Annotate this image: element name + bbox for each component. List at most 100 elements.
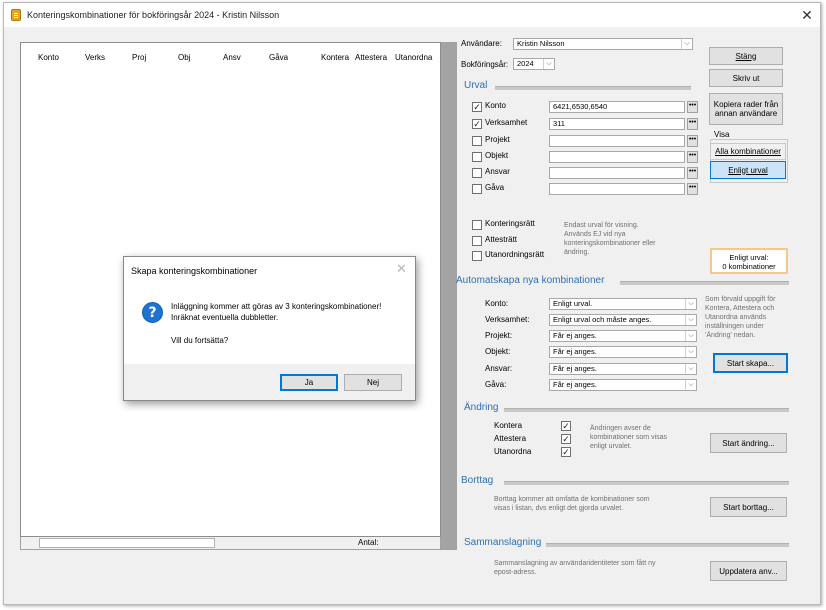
no-label: Nej — [366, 378, 379, 387]
enligt-urval-button[interactable]: Enligt urval — [710, 161, 786, 179]
kontera-checkbox[interactable]: ✓ — [561, 421, 571, 431]
auto-objekt-select[interactable]: Får ej anges. ⌵ — [549, 346, 697, 358]
auto-ansvar-select[interactable]: Får ej anges. ⌵ — [549, 363, 697, 375]
konto-filter-checkbox[interactable]: ✓ — [472, 102, 482, 112]
col-proj[interactable]: Proj — [132, 53, 146, 62]
status-field — [39, 538, 215, 548]
projekt-filter-checkbox[interactable] — [472, 136, 482, 146]
app-icon — [11, 9, 21, 21]
chevron-down-icon[interactable]: ⌵ — [685, 315, 696, 325]
kopiera-button[interactable]: Kopiera rader från annan användare — [709, 93, 783, 125]
chevron-down-icon[interactable]: ⌵ — [685, 347, 696, 357]
auto-verksamhet-select[interactable]: Enligt urval och måste anges. ⌵ — [549, 314, 697, 326]
result-line2: 0 kombinationer — [722, 262, 776, 271]
main-window: Konteringskombinationer för bokföringsår… — [3, 2, 821, 605]
chevron-down-icon[interactable]: ⌵ — [685, 331, 696, 341]
col-konto[interactable]: Konto — [38, 53, 59, 62]
attestera-label: Attestera — [494, 434, 527, 443]
ansvar-filter-input[interactable] — [549, 167, 685, 179]
chevron-down-icon[interactable]: ⌵ — [685, 364, 696, 374]
ellipsis-icon[interactable]: ••• — [687, 135, 698, 147]
chevron-down-icon[interactable]: ⌵ — [543, 59, 554, 69]
kopiera-label: Kopiera rader från annan användare — [713, 100, 779, 118]
col-attestera[interactable]: Attestera — [355, 53, 387, 62]
stang-button[interactable]: Stäng — [709, 47, 783, 65]
col-kontera[interactable]: Kontera — [321, 53, 349, 62]
chevron-down-icon[interactable]: ⌵ — [681, 39, 692, 49]
sammanslagning-note: Sammanslagning av användaridentiteter so… — [494, 560, 656, 576]
start-skapa-button[interactable]: Start skapa... — [713, 353, 788, 373]
close-icon[interactable]: ✕ — [396, 261, 407, 277]
status-bar: Antal: — [20, 537, 441, 550]
window-title: Konteringskombinationer för bokföringsår… — [27, 10, 280, 20]
col-verks[interactable]: Verks — [85, 53, 105, 62]
visa-label: Visa — [714, 130, 730, 139]
konteringsratt-checkbox[interactable] — [472, 220, 482, 230]
uppdatera-anv-label: Uppdatera anv... — [719, 566, 778, 576]
utanordningsratt-checkbox[interactable] — [472, 251, 482, 261]
verksamhet-filter-input[interactable]: 311 — [549, 118, 685, 130]
yes-label: Ja — [304, 378, 314, 387]
question-icon: ? — [142, 302, 163, 323]
list-scrollbar[interactable] — [441, 42, 457, 550]
col-gava[interactable]: Gåva — [269, 53, 288, 62]
auto-projekt-select[interactable]: Får ej anges. ⌵ — [549, 330, 697, 342]
ansvar-filter-checkbox[interactable] — [472, 168, 482, 178]
verksamhet-filter-label: Verksamhet — [485, 118, 528, 127]
ellipsis-icon[interactable]: ••• — [687, 167, 698, 179]
objekt-filter-input[interactable] — [549, 151, 685, 163]
yes-button[interactable]: Ja — [280, 374, 338, 391]
attestratt-checkbox[interactable] — [472, 236, 482, 246]
auto-gåva-label: Gåva: — [485, 380, 507, 389]
attestera-checkbox[interactable]: ✓ — [561, 434, 571, 444]
col-utanordna[interactable]: Utanordna — [395, 53, 432, 62]
auto-objekt-value: Får ej anges. — [553, 347, 597, 356]
auto-projekt-value: Får ej anges. — [553, 331, 597, 340]
skriv-ut-label: Skriv ut — [732, 73, 760, 83]
verksamhet-filter-checkbox[interactable]: ✓ — [472, 119, 482, 129]
borttag-title: Borttag — [461, 475, 494, 486]
anvandare-label: Användare: — [461, 39, 502, 48]
chevron-down-icon[interactable]: ⌵ — [685, 299, 696, 309]
auto-konto-select[interactable]: Enligt urval. ⌵ — [549, 298, 697, 310]
auto-objekt-label: Objekt: — [485, 347, 511, 356]
uppdatera-anv-button[interactable]: Uppdatera anv... — [710, 561, 787, 581]
gåva-filter-label: Gåva — [485, 183, 505, 192]
dialog-title: Skapa konteringskombinationer — [131, 266, 258, 276]
enligt-label: Enligt urval — [728, 165, 768, 175]
dialog-line1: Inläggning kommer att göras av 3 konteri… — [171, 302, 382, 311]
antal-label: Antal: — [358, 538, 379, 547]
dialog-message: Inläggning kommer att göras av 3 konteri… — [171, 301, 381, 323]
automatskapa-title: Automatskapa nya kombinationer — [456, 275, 605, 286]
divider — [504, 481, 789, 485]
start-skapa-label: Start skapa... — [726, 358, 775, 368]
auto-gåva-value: Får ej anges. — [553, 380, 597, 389]
col-ansv[interactable]: Ansv — [223, 53, 241, 62]
konto-filter-input[interactable]: 6421,6530,6540 — [549, 101, 685, 113]
start-andring-button[interactable]: Start ändring... — [710, 433, 787, 453]
start-borttag-button[interactable]: Start borttag... — [710, 497, 787, 517]
col-obj[interactable]: Obj — [178, 53, 190, 62]
urval-title: Urval — [464, 80, 488, 91]
auto-ansvar-value: Får ej anges. — [553, 364, 597, 373]
gåva-filter-checkbox[interactable] — [472, 184, 482, 194]
ellipsis-icon[interactable]: ••• — [687, 151, 698, 163]
ellipsis-icon[interactable]: ••• — [687, 118, 698, 130]
ellipsis-icon[interactable]: ••• — [687, 183, 698, 195]
bokforingsar-select[interactable]: 2024 ⌵ — [513, 58, 555, 70]
alla-kombinationer-button[interactable]: Alla kombinationer — [710, 143, 786, 160]
dialog-question: Vill du fortsätta? — [171, 336, 229, 345]
ellipsis-icon[interactable]: ••• — [687, 101, 698, 113]
auto-gåva-select[interactable]: Får ej anges. ⌵ — [549, 379, 697, 391]
skriv-ut-button[interactable]: Skriv ut — [709, 69, 783, 87]
close-icon[interactable]: ✕ — [799, 7, 815, 23]
gåva-filter-input[interactable] — [549, 183, 685, 195]
projekt-filter-input[interactable] — [549, 135, 685, 147]
chevron-down-icon[interactable]: ⌵ — [685, 380, 696, 390]
utanordna-checkbox[interactable]: ✓ — [561, 447, 571, 457]
result-box: Enligt urval: 0 kombinationer — [710, 248, 788, 274]
urval-note: Endast urval för visning. Används EJ vid… — [564, 222, 656, 256]
objekt-filter-checkbox[interactable] — [472, 152, 482, 162]
anvandare-select[interactable]: Kristin Nilsson ⌵ — [513, 38, 693, 50]
no-button[interactable]: Nej — [344, 374, 402, 391]
